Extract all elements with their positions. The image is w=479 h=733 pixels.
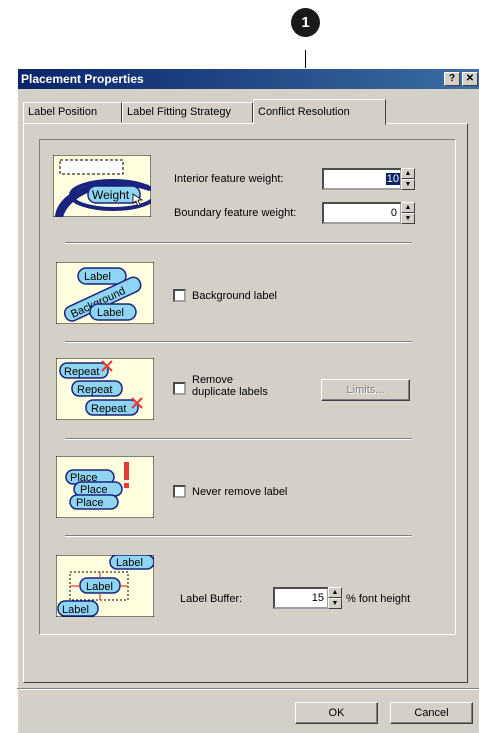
background-label-text: Background label — [192, 290, 278, 302]
svg-text:Repeat: Repeat — [77, 384, 112, 396]
duplicate-labels-illustration: Repeat Repeat Repeat — [56, 358, 154, 420]
spin-down-icon[interactable]: ▼ — [401, 213, 415, 224]
tab-conflict-resolution[interactable]: Conflict Resolution — [253, 99, 386, 125]
separator — [65, 535, 412, 537]
separator — [65, 438, 412, 440]
dialog-titlebar: Placement Properties ? ✕ — [18, 69, 479, 89]
ok-button[interactable]: OK — [295, 702, 378, 724]
spin-up-icon[interactable]: ▲ — [328, 587, 342, 598]
separator — [65, 341, 412, 343]
font-height-suffix: % font height — [346, 593, 411, 605]
tab-label-fitting-strategy[interactable]: Label Fitting Strategy — [122, 102, 253, 123]
svg-text:Label: Label — [62, 604, 89, 616]
label-buffer-label: Label Buffer: — [180, 593, 243, 605]
weight-illustration: Weight — [53, 155, 151, 217]
callout-badge: 1 — [291, 8, 320, 37]
background-label-illustration: Label Background Label — [56, 262, 154, 324]
interior-weight-spinner[interactable]: ▲ ▼ — [401, 168, 415, 190]
boundary-weight-field[interactable]: 0 — [322, 202, 402, 224]
remove-duplicates-checkbox[interactable] — [173, 382, 186, 395]
remove-duplicates-text: Remove duplicate labels — [192, 374, 268, 398]
close-button[interactable]: ✕ — [462, 72, 478, 86]
boundary-weight-spinner[interactable]: ▲ ▼ — [401, 202, 415, 224]
spin-up-icon[interactable]: ▲ — [401, 168, 415, 179]
svg-text:Label: Label — [116, 557, 143, 569]
interior-weight-field[interactable]: 10 — [322, 168, 402, 190]
svg-text:Label: Label — [84, 271, 111, 283]
svg-text:Place: Place — [80, 484, 108, 496]
svg-text:Label: Label — [86, 581, 113, 593]
help-button[interactable]: ? — [444, 72, 460, 86]
limits-button[interactable]: Limits... — [321, 379, 410, 401]
boundary-weight-label: Boundary feature weight: — [174, 207, 297, 219]
background-label-checkbox[interactable] — [173, 289, 186, 302]
tab-label-position[interactable]: Label Position — [23, 102, 122, 123]
dialog-title: Placement Properties — [21, 72, 144, 86]
cancel-button[interactable]: Cancel — [390, 702, 473, 724]
footer-divider — [17, 688, 479, 690]
interior-weight-label: Interior feature weight: — [174, 173, 284, 185]
svg-text:Label: Label — [97, 307, 124, 319]
spin-down-icon[interactable]: ▼ — [328, 598, 342, 609]
label-buffer-illustration: Label Label Label — [56, 555, 154, 617]
svg-text:Place: Place — [76, 497, 104, 509]
svg-text:Repeat: Repeat — [64, 366, 99, 378]
label-buffer-spinner[interactable]: ▲ ▼ — [328, 587, 342, 609]
svg-text:Repeat: Repeat — [91, 403, 126, 415]
never-remove-text: Never remove label — [192, 486, 288, 498]
never-remove-illustration: Place Place Place — [56, 456, 154, 518]
separator — [65, 242, 412, 244]
spin-down-icon[interactable]: ▼ — [401, 179, 415, 190]
spin-up-icon[interactable]: ▲ — [401, 202, 415, 213]
svg-text:Weight: Weight — [92, 188, 130, 202]
never-remove-checkbox[interactable] — [173, 485, 186, 498]
label-buffer-field[interactable]: 15 — [273, 587, 329, 609]
